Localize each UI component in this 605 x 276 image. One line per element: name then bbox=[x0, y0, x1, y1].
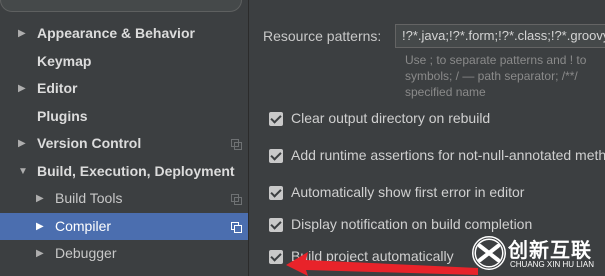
sidebar-item-label: Appearance & Behavior bbox=[37, 25, 195, 41]
settings-search-field[interactable] bbox=[0, 0, 242, 12]
sidebar-item-keymap[interactable]: Keymap bbox=[0, 48, 248, 76]
chevron-right-icon[interactable]: ▶ bbox=[18, 130, 26, 158]
checkbox-checked[interactable] bbox=[269, 250, 283, 264]
settings-sidebar: ▶ Appearance & Behavior Keymap ▶ Editor … bbox=[0, 0, 249, 276]
settings-tree: ▶ Appearance & Behavior Keymap ▶ Editor … bbox=[0, 20, 248, 268]
option-label: Clear output directory on rebuild bbox=[291, 110, 491, 126]
annotation-arrow-icon bbox=[286, 252, 478, 276]
checkbox-checked[interactable] bbox=[269, 149, 283, 163]
project-settings-icon bbox=[231, 221, 242, 233]
resource-patterns-label: Resource patterns: bbox=[263, 28, 382, 44]
sidebar-item-label: Build, Execution, Deployment bbox=[37, 162, 235, 179]
checkbox-checked[interactable] bbox=[269, 218, 283, 232]
sidebar-item-build-tools[interactable]: ▶ Build Tools bbox=[0, 185, 248, 213]
option-label: Add runtime assertions for not-null-anno… bbox=[291, 147, 605, 163]
chevron-down-icon[interactable]: ▼ bbox=[18, 158, 28, 186]
chevron-right-icon[interactable]: ▶ bbox=[18, 75, 26, 103]
hint-line: specified name bbox=[405, 85, 486, 99]
sidebar-item-editor[interactable]: ▶ Editor bbox=[0, 75, 248, 103]
sidebar-item-label: Plugins bbox=[37, 107, 88, 124]
chevron-right-icon[interactable]: ▶ bbox=[18, 20, 26, 48]
chevron-right-icon[interactable]: ▶ bbox=[36, 213, 44, 241]
resource-patterns-input[interactable]: !?*.java;!?*.form;!?*.class;!?*.groovy bbox=[395, 24, 605, 48]
sidebar-item-build-execution-deployment[interactable]: ▼ Build, Execution, Deployment bbox=[0, 158, 248, 186]
watermark-logo-icon bbox=[472, 236, 506, 270]
resource-patterns-hint: Use ; to separate patterns and ! to symb… bbox=[405, 52, 605, 100]
sidebar-item-label: Build Tools bbox=[55, 190, 123, 206]
chevron-right-icon[interactable]: ▶ bbox=[36, 185, 44, 213]
hint-line: Use ; to separate patterns and ! to bbox=[405, 53, 587, 67]
checkbox-checked[interactable] bbox=[269, 186, 283, 200]
sidebar-item-label: Version Control bbox=[37, 135, 142, 151]
hint-line: symbols; / — path separator; /**/ bbox=[405, 69, 578, 83]
sidebar-item-appearance-behavior[interactable]: ▶ Appearance & Behavior bbox=[0, 20, 248, 48]
project-settings-icon bbox=[231, 139, 242, 150]
sidebar-item-label: Debugger bbox=[55, 245, 117, 261]
watermark-logo: 创新互联 CHUANG XIN HU LIAN bbox=[468, 232, 605, 276]
sidebar-item-label: Compiler bbox=[55, 217, 112, 234]
sidebar-item-version-control[interactable]: ▶ Version Control bbox=[0, 130, 248, 158]
option-label: Display notification on build completion bbox=[291, 216, 533, 232]
project-settings-icon bbox=[231, 194, 242, 205]
watermark-subtext: CHUANG XIN HU LIAN bbox=[510, 260, 595, 269]
checkbox-checked[interactable] bbox=[269, 112, 283, 126]
settings-window: ▶ Appearance & Behavior Keymap ▶ Editor … bbox=[0, 0, 605, 276]
watermark-text: 创新互联 bbox=[508, 240, 592, 262]
chevron-right-icon[interactable]: ▶ bbox=[36, 240, 44, 268]
sidebar-item-label: Keymap bbox=[37, 52, 92, 69]
sidebar-item-plugins[interactable]: Plugins bbox=[0, 103, 248, 131]
sidebar-item-label: Editor bbox=[37, 80, 78, 96]
option-label: Automatically show first error in editor bbox=[291, 184, 525, 200]
sidebar-item-debugger[interactable]: ▶ Debugger bbox=[0, 240, 248, 268]
sidebar-item-compiler[interactable]: ▶ Compiler bbox=[0, 212, 248, 241]
